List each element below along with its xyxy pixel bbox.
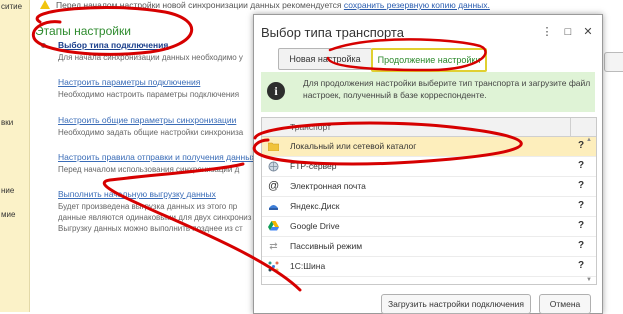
google-drive-icon bbox=[268, 221, 279, 232]
stages-title: Этапы настройки bbox=[35, 24, 131, 38]
column-header-transport: Транспорт bbox=[290, 122, 331, 132]
table-row[interactable]: Яндекс.Диск ? bbox=[262, 197, 596, 217]
step-description: Выгрузку данных можно выполнить позднее … bbox=[58, 224, 243, 233]
help-icon[interactable]: ? bbox=[578, 180, 584, 191]
tab-continue-setup[interactable]: Продолжение настройки bbox=[371, 48, 487, 72]
row-label: Локальный или сетевой каталог bbox=[290, 141, 417, 151]
row-label: FTP-сервер bbox=[290, 161, 337, 171]
step-link-exchange-rules[interactable]: Настроить правила отправки и получения д… bbox=[58, 152, 256, 162]
table-row[interactable]: @ Электронная почта ? bbox=[262, 177, 596, 197]
left-strip-item[interactable]: мие bbox=[1, 210, 15, 219]
table-row[interactable]: ⇄ Пассивный режим ? bbox=[262, 237, 596, 257]
info-panel: i Для продолжения настройки выберите тип… bbox=[261, 72, 595, 112]
step-description: Будет произведена выгрузка данных из это… bbox=[58, 202, 238, 211]
info-text: Для продолжения настройки выберите тип т… bbox=[303, 78, 591, 100]
backup-link[interactable]: сохранить резервную копию данных. bbox=[344, 0, 490, 10]
background-button[interactable] bbox=[604, 52, 623, 72]
step-description: данные являются одинаковыми для двух син… bbox=[58, 213, 252, 222]
left-panel-strip: ситие вки ние мие bbox=[0, 0, 30, 312]
cancel-button[interactable]: Отмена bbox=[539, 294, 591, 314]
table-row[interactable]: FTP-сервер ? bbox=[262, 157, 596, 177]
top-warning: Перед началом настройки новой синхрониза… bbox=[40, 0, 490, 12]
step-description: Перед началом использования синхронизаци… bbox=[58, 165, 240, 174]
step-link-connection-params[interactable]: Настроить параметры подключения bbox=[58, 77, 200, 87]
left-strip-item[interactable]: вки bbox=[1, 118, 13, 127]
maximize-icon[interactable]: □ bbox=[562, 26, 574, 38]
step-description: Необходимо задать общие настройки синхро… bbox=[58, 128, 244, 137]
help-icon[interactable]: ? bbox=[578, 240, 584, 251]
info-icon: i bbox=[267, 82, 285, 100]
row-label: Google Drive bbox=[290, 221, 340, 231]
left-strip-item[interactable]: ситие bbox=[1, 2, 22, 11]
folder-icon bbox=[267, 141, 280, 152]
transport-table: Транспорт Локальный или сетевой каталог … bbox=[261, 117, 597, 285]
passive-mode-icon: ⇄ bbox=[269, 241, 278, 252]
close-icon[interactable]: ✕ bbox=[582, 26, 594, 38]
dialog-tabs: Новая настройка Продолжение настройки bbox=[264, 48, 584, 72]
help-icon[interactable]: ? bbox=[578, 140, 584, 151]
top-warning-text: Перед началом настройки новой синхрониза… bbox=[56, 0, 344, 10]
table-scrollbar[interactable]: ▲ ▼ bbox=[586, 137, 594, 283]
row-label: Яндекс.Диск bbox=[290, 201, 340, 211]
load-settings-button[interactable]: Загрузить настройки подключения bbox=[381, 294, 531, 314]
help-icon[interactable]: ? bbox=[578, 200, 584, 211]
current-step-bullet-icon bbox=[41, 43, 46, 48]
step-link-general-params[interactable]: Настроить общие параметры синхронизации bbox=[58, 115, 236, 125]
table-header: Транспорт bbox=[262, 118, 596, 137]
table-row[interactable]: 1С:Шина ? bbox=[262, 257, 596, 277]
dialog-title: Выбор типа транспорта bbox=[261, 25, 404, 40]
table-row[interactable]: Google Drive ? bbox=[262, 217, 596, 237]
help-icon[interactable]: ? bbox=[578, 220, 584, 231]
row-label: 1С:Шина bbox=[290, 261, 326, 271]
more-menu-icon[interactable]: ⋮ bbox=[541, 26, 553, 38]
help-icon[interactable]: ? bbox=[578, 260, 584, 271]
help-icon[interactable]: ? bbox=[578, 160, 584, 171]
step-description: Для начала синхронизации данных необходи… bbox=[58, 53, 243, 62]
yandex-disk-icon bbox=[268, 201, 279, 212]
step-link-connection-type[interactable]: Выбор типа подключения bbox=[58, 40, 168, 50]
table-row[interactable]: Локальный или сетевой каталог ? bbox=[262, 137, 596, 157]
ftp-icon bbox=[268, 161, 279, 172]
tab-new-setup[interactable]: Новая настройка bbox=[278, 48, 372, 70]
left-strip-item[interactable]: ние bbox=[1, 186, 14, 195]
1c-bus-icon bbox=[268, 261, 279, 272]
email-icon: @ bbox=[268, 180, 280, 192]
row-label: Пассивный режим bbox=[290, 241, 363, 251]
step-description: Необходимо настроить параметры подключен… bbox=[58, 90, 240, 99]
row-label: Электронная почта bbox=[290, 181, 366, 191]
warning-icon bbox=[40, 0, 50, 9]
transport-type-dialog: Выбор типа транспорта ⋮ □ ✕ Новая настро… bbox=[253, 14, 603, 314]
step-link-initial-export[interactable]: Выполнить начальную выгрузку данных bbox=[58, 189, 216, 199]
